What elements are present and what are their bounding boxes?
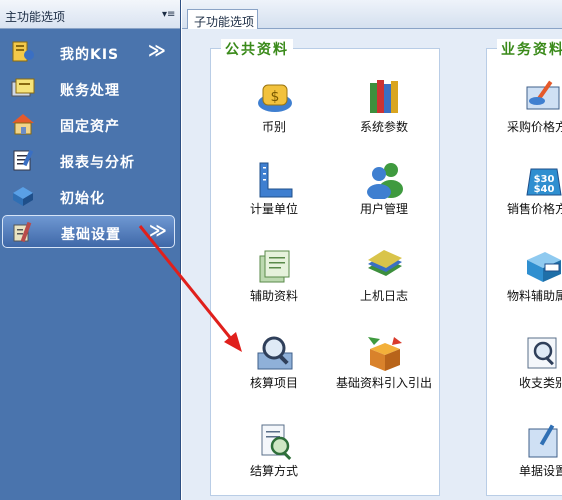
ruler-icon	[259, 162, 293, 198]
chevron-right-icon[interactable]: ≫	[149, 221, 167, 241]
nav-label: 初始化	[60, 191, 105, 207]
tile-material-attr[interactable]: 物料辅助属性	[495, 246, 562, 316]
tile-aux-data[interactable]: 辅助资料	[226, 246, 322, 316]
chevron-right-icon[interactable]: ≫	[148, 41, 166, 61]
tile-currency[interactable]: $ 币别	[226, 77, 322, 147]
currency-icon: $	[258, 84, 292, 112]
tile-accounting-items[interactable]: 核算项目	[226, 333, 322, 403]
panel-menu-icon[interactable]: ▾≡	[162, 9, 175, 20]
tile-system-params[interactable]: 系统参数	[336, 77, 432, 147]
tile-label: 基础资料引入引出	[336, 376, 433, 390]
tile-label: 上机日志	[359, 289, 408, 303]
papers-icon	[259, 250, 290, 283]
main-function-panel: 主功能选项 ▾≡ 我的KIS ≫ 账务处理 固定资产 报表与分析 初始化 基础设…	[0, 0, 181, 500]
sub-function-panel: 子功能选项 公共资料 $ 币别 系统参数 计量单位 用户管理 辅助资料 上机日志	[182, 0, 562, 500]
magnifier-icon	[257, 336, 293, 370]
tab-bar: 子功能选项	[182, 0, 562, 29]
tile-settlement[interactable]: 结算方式	[226, 421, 322, 491]
group-public-data: 公共资料 $ 币别 系统参数 计量单位 用户管理 辅助资料 上机日志 核算项目	[210, 39, 440, 496]
nav-item-basic-settings[interactable]: 基础设置 ≫	[2, 215, 175, 248]
nav-item-fixed-assets[interactable]: 固定资产	[2, 108, 175, 141]
tile-label: 采购价格方案	[506, 120, 562, 134]
settle-icon	[261, 424, 292, 460]
tile-label: 计量单位	[249, 202, 298, 216]
group-title: 业务资料	[497, 39, 562, 59]
tab-label: 子功能选项	[194, 15, 255, 29]
purchase-icon	[526, 80, 560, 110]
tile-purchase-price[interactable]: 采购价格方案	[495, 77, 562, 147]
main-function-header: 主功能选项 ▾≡	[0, 0, 180, 29]
tile-label: 结算方式	[249, 464, 298, 478]
tab-sub-functions[interactable]: 子功能选项	[187, 9, 258, 29]
tile-unit[interactable]: 计量单位	[226, 159, 322, 229]
material-icon	[527, 252, 561, 282]
nav-item-accounting[interactable]: 账务处理	[2, 72, 175, 105]
nav-label: 基础设置	[61, 227, 121, 243]
category-icon	[527, 337, 557, 369]
kis-icon	[12, 41, 34, 62]
group-title: 公共资料	[221, 39, 293, 59]
init-icon	[13, 187, 33, 206]
nav-label: 固定资产	[60, 119, 120, 135]
tile-sales-price[interactable]: $30$40 销售价格方案	[495, 159, 562, 229]
tile-document-setting[interactable]: 单据设置	[495, 421, 562, 491]
tile-login-log[interactable]: 上机日志	[336, 246, 432, 316]
tile-import-export[interactable]: 基础资料引入引出	[336, 333, 432, 403]
tile-user-management[interactable]: 用户管理	[336, 159, 432, 229]
ledger-icon	[11, 78, 35, 97]
doc-setting-icon	[528, 424, 558, 458]
users-icon	[367, 163, 403, 199]
settings-icon	[13, 221, 32, 243]
nav-label: 账务处理	[60, 83, 120, 99]
tile-label: 物料辅助属性	[506, 289, 562, 303]
books-icon	[370, 80, 398, 113]
tile-label: 单据设置	[518, 464, 562, 478]
tile-label: 币别	[261, 120, 286, 134]
nav-item-initialization[interactable]: 初始化	[2, 180, 175, 213]
nav-item-reports[interactable]: 报表与分析	[2, 144, 175, 177]
report-icon	[13, 149, 34, 171]
main-function-title: 主功能选项	[5, 10, 66, 24]
tile-label: 收支类别	[518, 376, 562, 390]
box-arrows-icon	[368, 337, 402, 371]
tile-label: 辅助资料	[249, 289, 298, 303]
nav-item-my-kis[interactable]: 我的KIS ≫	[2, 36, 175, 69]
svg-text:$40: $40	[534, 184, 555, 195]
price-tag-icon: $30$40	[526, 168, 562, 196]
tile-label: 用户管理	[359, 202, 408, 216]
tile-label: 销售价格方案	[506, 202, 562, 216]
tile-label: 核算项目	[249, 376, 298, 390]
group-business-data: 业务资料 采购价格方案 $30$40 销售价格方案 物料辅助属性 收支类别 单据…	[486, 39, 562, 496]
nav-label: 报表与分析	[60, 155, 135, 171]
nav-label: 我的KIS	[60, 47, 120, 63]
tile-label: 系统参数	[359, 120, 408, 134]
svg-text:$: $	[271, 89, 280, 105]
house-icon	[12, 114, 34, 135]
log-icon	[368, 250, 402, 276]
tile-income-category[interactable]: 收支类别	[495, 333, 562, 403]
